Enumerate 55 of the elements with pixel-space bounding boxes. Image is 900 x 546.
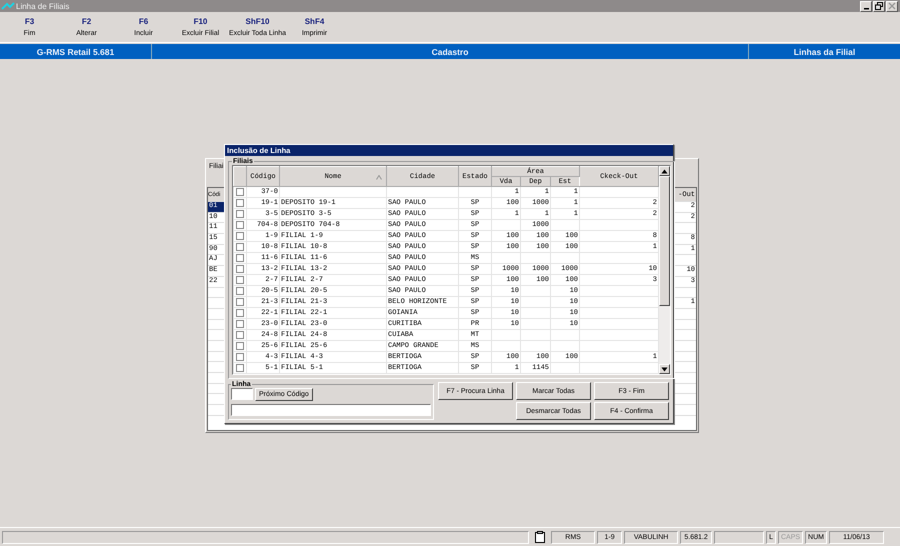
checkbox[interactable] xyxy=(236,199,244,207)
checkbox[interactable] xyxy=(236,364,244,372)
checkbox[interactable] xyxy=(236,320,244,328)
checkbox[interactable] xyxy=(236,210,244,218)
header-bar-cell: G-RMS Retail 5.681 xyxy=(0,44,152,59)
app-logo-icon xyxy=(1,2,15,10)
table-cell xyxy=(520,252,550,264)
table-cell xyxy=(550,362,580,374)
scrollbar-thumb[interactable] xyxy=(659,176,670,306)
table-cell xyxy=(520,308,550,318)
header-bar-cell: Cadastro xyxy=(152,44,749,59)
clipboard-icon xyxy=(535,531,546,543)
checkbox[interactable] xyxy=(236,254,244,262)
table-cell xyxy=(492,340,520,352)
scroll-down-button[interactable] xyxy=(659,364,670,374)
table-cell xyxy=(492,330,520,340)
table-cell xyxy=(520,296,550,308)
checkbox[interactable] xyxy=(236,232,244,240)
header-bar-cell-text: Linhas da Filial xyxy=(792,46,856,58)
checkbox[interactable] xyxy=(236,309,244,317)
checkbox[interactable] xyxy=(236,287,244,295)
table-cell xyxy=(520,330,550,340)
table-cell xyxy=(458,186,492,198)
close-button[interactable] xyxy=(886,0,898,12)
checkbox[interactable] xyxy=(236,353,244,361)
scroll-up-button[interactable] xyxy=(659,166,670,176)
description-field[interactable] xyxy=(231,404,431,416)
restore-button[interactable] xyxy=(873,0,885,12)
code-field[interactable] xyxy=(231,388,253,400)
minimize-button[interactable] xyxy=(860,0,872,12)
checkbox[interactable] xyxy=(236,342,244,350)
close-icon xyxy=(888,2,896,10)
table-cell xyxy=(550,330,580,340)
status-panel xyxy=(714,530,764,544)
checkbox[interactable] xyxy=(236,276,244,284)
table-cell xyxy=(492,220,520,230)
window-title: Linha de Filiais xyxy=(16,2,70,10)
table-cell xyxy=(520,286,550,296)
table-cell xyxy=(520,318,550,330)
checkbox[interactable] xyxy=(236,331,244,339)
restore-icon xyxy=(875,2,883,10)
up-arrow-icon xyxy=(661,168,668,174)
table-cell xyxy=(550,340,580,352)
sort-icon xyxy=(376,175,382,180)
checkbox[interactable] xyxy=(236,188,244,196)
table-cell xyxy=(520,340,550,352)
table-cell xyxy=(550,220,580,230)
checkbox[interactable] xyxy=(236,265,244,273)
table-cell xyxy=(550,252,580,264)
down-arrow-icon xyxy=(661,366,668,372)
checkbox[interactable] xyxy=(236,221,244,229)
table-cell xyxy=(386,186,458,198)
checkbox[interactable] xyxy=(236,243,244,251)
table-cell xyxy=(492,252,520,264)
checkbox[interactable] xyxy=(236,298,244,306)
